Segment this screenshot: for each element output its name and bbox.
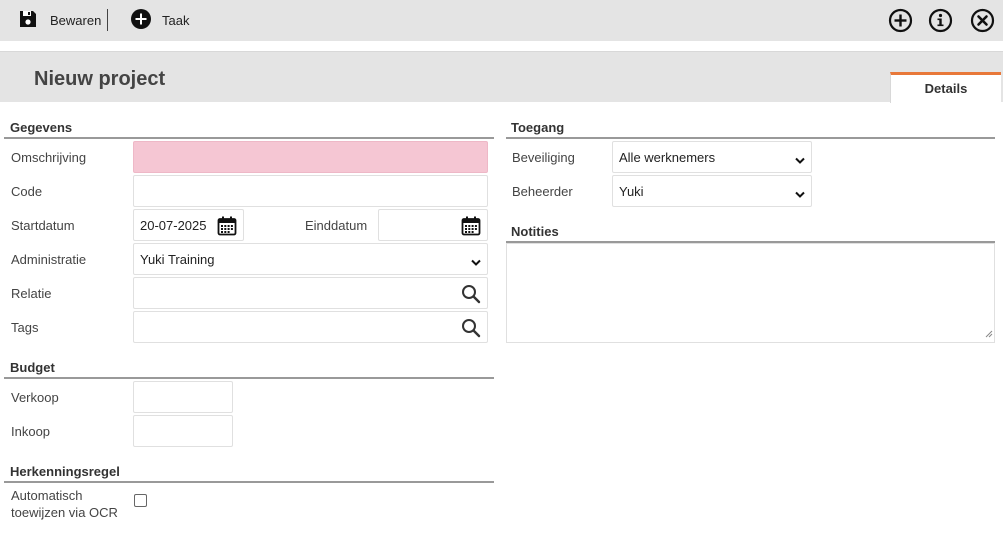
- beveiliging-select[interactable]: Alle werknemers: [612, 141, 812, 173]
- inkoop-label: Inkoop: [11, 424, 51, 439]
- ocr-checkbox[interactable]: [134, 494, 147, 507]
- info-circle-icon[interactable]: [928, 8, 953, 33]
- section-header-budget: Budget: [10, 360, 55, 375]
- notities-textarea[interactable]: [506, 243, 995, 343]
- startdatum-label: Startdatum: [11, 218, 75, 233]
- title-bar: Nieuw project Details: [0, 51, 1003, 103]
- section-header-notities: Notities: [511, 224, 559, 239]
- relatie-label: Relatie: [11, 286, 52, 301]
- calendar-icon[interactable]: [461, 216, 481, 239]
- omschrijving-input[interactable]: [133, 141, 488, 173]
- beheerder-label: Beheerder: [512, 184, 573, 199]
- chevron-down-icon: [795, 153, 805, 168]
- administratie-select[interactable]: Yuki Training: [133, 243, 488, 275]
- einddatum-label: Einddatum: [305, 218, 368, 233]
- add-circle-icon[interactable]: [888, 8, 913, 33]
- chevron-down-icon: [471, 255, 481, 270]
- search-icon[interactable]: [461, 318, 481, 341]
- omschrijving-label: Omschrijving: [11, 150, 87, 165]
- chevron-down-icon: [795, 187, 805, 202]
- add-task-button[interactable]: Taak: [130, 0, 189, 41]
- page-title: Nieuw project: [34, 68, 166, 90]
- section-divider: [4, 137, 494, 139]
- plus-circle-icon: [130, 8, 152, 33]
- verkoop-input[interactable]: [133, 381, 233, 413]
- code-label: Code: [11, 184, 43, 199]
- section-divider: [506, 137, 995, 139]
- tags-input[interactable]: [133, 311, 488, 343]
- administratie-value: Yuki Training: [140, 251, 215, 267]
- ocr-label-line1: Automatisch: [11, 488, 83, 503]
- administratie-label: Administratie: [11, 252, 87, 267]
- tags-label: Tags: [11, 320, 39, 335]
- toolbar-separator: [107, 9, 108, 31]
- section-header-gegevens: Gegevens: [10, 120, 73, 135]
- close-circle-icon[interactable]: [970, 8, 995, 33]
- section-header-herkenningsregel: Herkenningsregel: [10, 464, 120, 479]
- beheerder-select[interactable]: Yuki: [612, 175, 812, 207]
- verkoop-label: Verkoop: [11, 390, 59, 405]
- search-icon[interactable]: [461, 284, 481, 307]
- resize-handle-icon[interactable]: [985, 326, 993, 341]
- section-divider: [4, 481, 494, 483]
- section-divider: [4, 377, 494, 379]
- save-label: Bewaren: [50, 13, 102, 28]
- task-label: Taak: [162, 13, 190, 28]
- startdatum-value: 20-07-2025: [140, 217, 207, 233]
- beveiliging-value: Alle werknemers: [619, 149, 716, 165]
- floppy-disk-icon: [18, 9, 38, 32]
- beveiliging-label: Beveiliging: [512, 150, 575, 165]
- calendar-icon[interactable]: [217, 216, 237, 239]
- code-input[interactable]: [133, 175, 488, 207]
- section-header-toegang: Toegang: [511, 120, 565, 135]
- startdatum-input[interactable]: 20-07-2025: [133, 209, 244, 241]
- relatie-input[interactable]: [133, 277, 488, 309]
- inkoop-input[interactable]: [133, 415, 233, 447]
- save-button[interactable]: Bewaren: [18, 0, 101, 41]
- ocr-label-line2: toewijzen via OCR: [11, 505, 118, 520]
- einddatum-input[interactable]: [378, 209, 488, 241]
- toolbar: Bewaren Taak: [0, 0, 1003, 41]
- tab-details[interactable]: Details: [890, 72, 1001, 103]
- beheerder-value: Yuki: [619, 183, 644, 199]
